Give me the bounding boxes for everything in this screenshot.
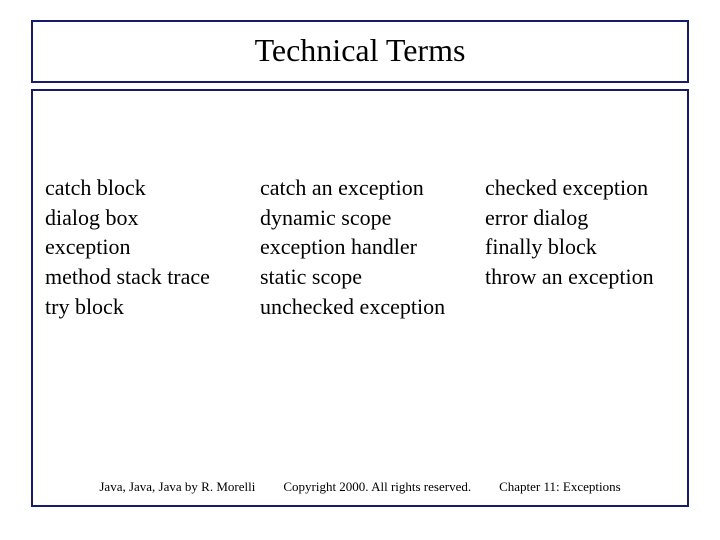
term-item: finally block (485, 232, 675, 262)
term-item: catch an exception (260, 173, 485, 203)
slide-footer: Java, Java, Java by R. Morelli Copyright… (33, 479, 687, 495)
footer-chapter: Chapter 11: Exceptions (499, 479, 621, 495)
slide-body-box: catch block dialog box exception method … (31, 89, 689, 507)
term-item: throw an exception (485, 262, 675, 292)
term-item: catch block (45, 173, 260, 203)
terms-column-1: catch block dialog box exception method … (45, 173, 260, 321)
slide-title: Technical Terms (255, 32, 466, 68)
terms-column-2: catch an exception dynamic scope excepti… (260, 173, 485, 321)
term-item: checked exception (485, 173, 675, 203)
term-item: exception handler (260, 232, 485, 262)
slide-frame: Technical Terms catch block dialog box e… (31, 20, 689, 510)
term-item: unchecked exception (260, 292, 485, 322)
term-item: dynamic scope (260, 203, 485, 233)
terms-columns: catch block dialog box exception method … (45, 173, 675, 321)
term-item: method stack trace (45, 262, 260, 292)
footer-copyright: Copyright 2000. All rights reserved. (283, 479, 471, 495)
term-item: exception (45, 232, 260, 262)
term-item: try block (45, 292, 260, 322)
term-item: static scope (260, 262, 485, 292)
slide-title-box: Technical Terms (31, 20, 689, 83)
term-item: dialog box (45, 203, 260, 233)
term-item: error dialog (485, 203, 675, 233)
footer-author: Java, Java, Java by R. Morelli (99, 479, 255, 495)
terms-column-3: checked exception error dialog finally b… (485, 173, 675, 321)
